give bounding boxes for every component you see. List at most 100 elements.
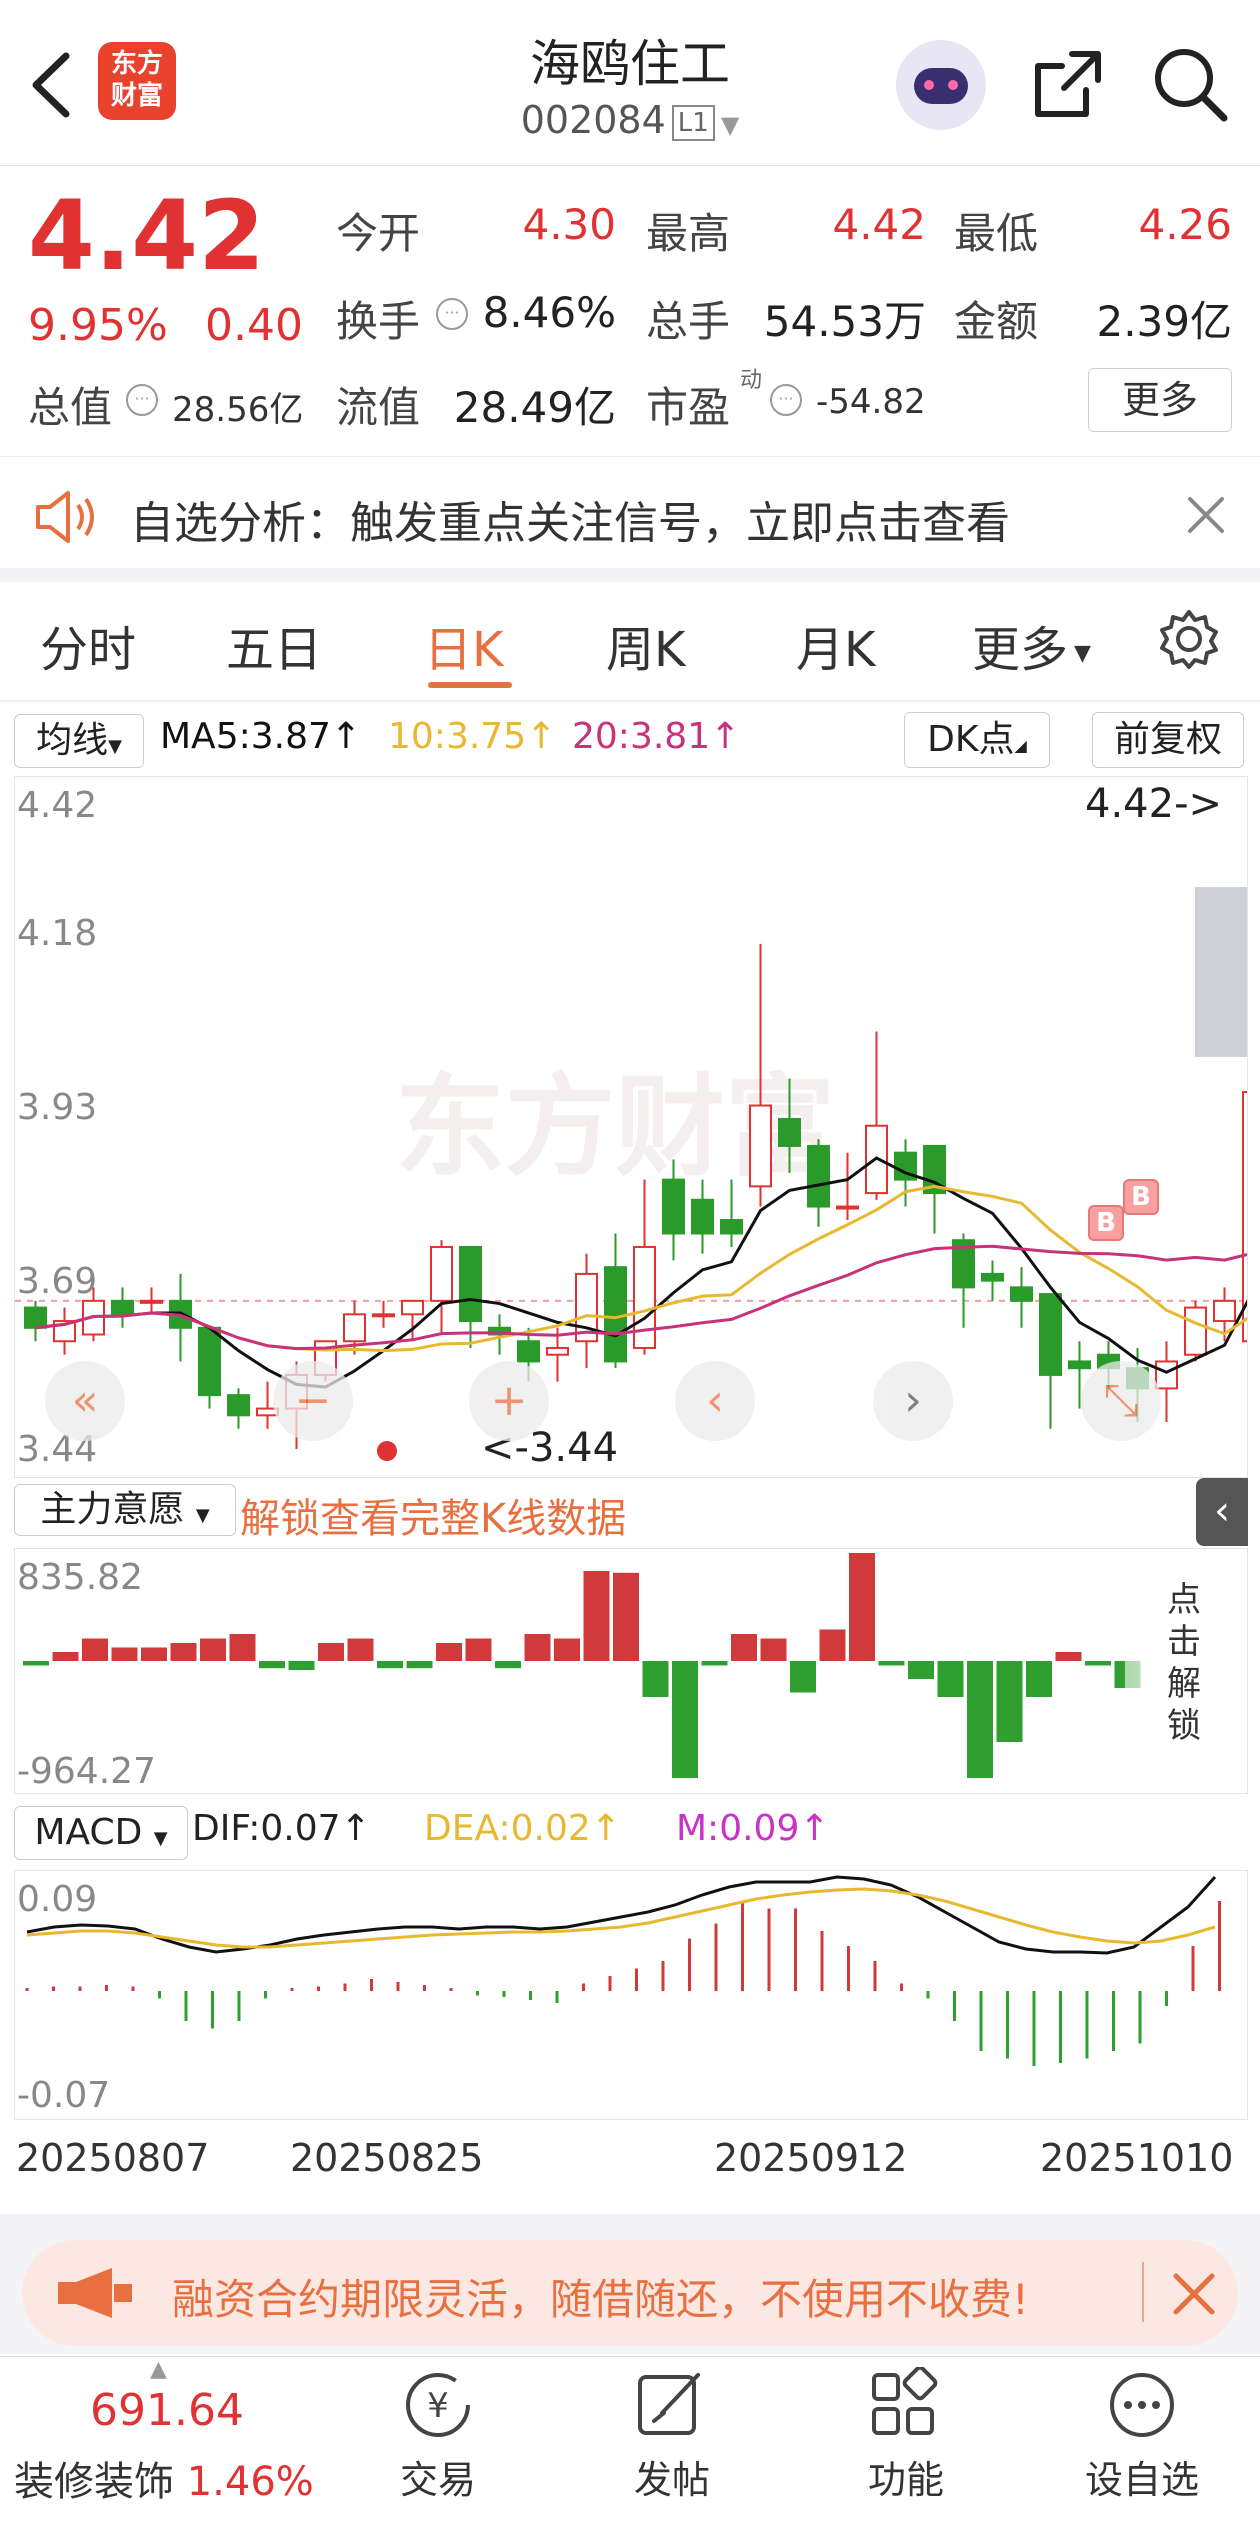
svg-text:¥: ¥ [427, 2386, 449, 2426]
candle-body [662, 1178, 685, 1235]
kline-chart[interactable]: 东方财富 4.42 4.18 3.93 3.69 3.44 4.42-> <-3… [14, 776, 1248, 1478]
chevron-right-icon[interactable]: › [873, 1361, 953, 1441]
capital-bar [52, 1652, 79, 1661]
ma10-legend: 10:3.75↑ [388, 716, 557, 757]
search-icon[interactable] [1150, 44, 1230, 124]
unlock-kline-link[interactable]: 解锁查看完整K线数据 [240, 1486, 626, 1544]
info-icon[interactable]: ··· [436, 298, 468, 330]
capital-bar [200, 1638, 226, 1661]
dk-point-button[interactable]: DK点◢ [904, 712, 1050, 768]
capital-bar [1055, 1652, 1082, 1661]
sector-index[interactable]: 691.64 [90, 2385, 244, 2436]
turnover-value: 8.46% [482, 288, 616, 337]
capital-bar [82, 1638, 108, 1661]
bottom-bar: ▲ 691.64 装修装饰 1.46% ¥ 交易 发帖 功能 设自选 [0, 2356, 1260, 2537]
candle-body [198, 1326, 221, 1397]
capital-bar [760, 1638, 787, 1661]
capital-bar [819, 1629, 846, 1661]
adjust-button[interactable]: 前复权 [1092, 712, 1244, 768]
volume-value: 54.53万 [763, 297, 926, 346]
share-icon[interactable] [1030, 46, 1106, 122]
apps-grid-icon[interactable] [866, 2367, 942, 2443]
zoom-out-icon[interactable]: − [273, 1361, 353, 1441]
stock-code: 002084 [520, 98, 666, 142]
chevron-down-icon: ▼ [720, 111, 740, 139]
tab-intraday[interactable]: 分时 [40, 610, 136, 680]
candle-body [546, 1346, 569, 1356]
sector-name[interactable]: 装修装饰 1.46% [14, 2449, 314, 2507]
capital-bar [878, 1661, 905, 1666]
position-dot [377, 1441, 397, 1461]
mktcap-label: 总值 [28, 383, 113, 432]
watchlist-label[interactable]: 设自选 [1062, 2449, 1222, 2504]
y-tick-label: 835.82 [17, 1557, 143, 1598]
tab-weekly-k[interactable]: 周K [606, 610, 685, 680]
buy-marker[interactable]: B [1088, 1205, 1124, 1241]
change-pct: 9.95% [28, 300, 168, 351]
promo-text: 融资合约期限灵活，随借随还，不使用不收费! [172, 2275, 1029, 2324]
watchlist-icon[interactable] [1104, 2367, 1180, 2443]
float-value: 28.49亿 [453, 383, 616, 432]
candle-body [720, 1219, 743, 1235]
scroll-indicator[interactable] [1195, 887, 1247, 1057]
capital-bar [406, 1661, 433, 1669]
candle-body [836, 1205, 859, 1210]
speaker-icon [36, 491, 94, 543]
info-icon[interactable]: ··· [126, 384, 158, 416]
change-amount: 0.40 [205, 300, 303, 351]
y-tick-label: 4.42 [17, 785, 98, 826]
candle-body [749, 1104, 772, 1188]
capital-bar [937, 1661, 964, 1697]
megaphone-icon [58, 2268, 132, 2318]
chevron-left-icon[interactable]: ‹ [675, 1361, 755, 1441]
y-tick-label: 0.09 [17, 1879, 98, 1920]
active-tab-indicator [428, 682, 512, 688]
pe-dynamic-label: 动 [740, 368, 763, 393]
open-value: 4.30 [522, 200, 616, 249]
buy-marker[interactable]: B [1123, 1179, 1159, 1215]
mktcap-value: 28.56亿 [172, 390, 304, 430]
collapse-tab[interactable]: ‹ [1196, 1478, 1248, 1546]
post-icon[interactable] [632, 2367, 708, 2443]
candlestick-plot [15, 943, 1247, 1449]
capital-bar [288, 1661, 315, 1670]
volume-label: 总手 [646, 297, 731, 346]
candle-body [807, 1144, 830, 1208]
dif-legend: DIF:0.07↑ [192, 1808, 371, 1849]
info-icon[interactable]: ··· [770, 384, 802, 416]
function-label[interactable]: 功能 [826, 2449, 986, 2504]
post-label[interactable]: 发帖 [592, 2449, 752, 2504]
candle-body [1213, 1299, 1236, 1323]
tab-more[interactable]: 更多 ▼ [972, 610, 1091, 680]
robot-assistant-icon[interactable] [896, 40, 986, 130]
indicator-selector[interactable]: 主力意愿 ▼ [14, 1484, 236, 1536]
float-label: 流值 [336, 383, 421, 432]
close-icon[interactable] [1172, 2272, 1216, 2316]
capital-bar [967, 1661, 993, 1778]
fullscreen-icon[interactable]: ⤡ [1081, 1361, 1161, 1441]
more-button[interactable]: 更多 [1088, 368, 1232, 432]
candle-body [691, 1198, 714, 1235]
capital-bar [495, 1661, 521, 1669]
close-icon[interactable] [1186, 495, 1226, 535]
macd-selector[interactable]: MACD ▼ [14, 1806, 188, 1860]
ma-selector[interactable]: 均线▼ [14, 714, 144, 768]
open-label: 今开 [336, 209, 421, 258]
tab-five-day[interactable]: 五日 [226, 610, 322, 680]
dif-line [26, 1875, 1217, 1955]
chevron-up-icon[interactable]: ▲ [150, 2357, 167, 2382]
notice-bar[interactable]: 自选分析：触发重点关注信号，立即点击查看 [0, 456, 1260, 582]
trade-label[interactable]: 交易 [358, 2449, 518, 2504]
zoom-in-icon[interactable]: + [469, 1361, 549, 1441]
trade-icon[interactable]: ¥ [400, 2367, 476, 2443]
chevron-down-icon: ▼ [1074, 640, 1091, 666]
tab-daily-k[interactable]: 日K [424, 610, 503, 680]
amount-label: 金额 [954, 297, 1039, 346]
divider [0, 700, 1260, 702]
promo-banner[interactable]: 融资合约期限灵活，随借随还，不使用不收费! [22, 2240, 1238, 2346]
rewind-icon[interactable]: « [45, 1361, 125, 1441]
gear-icon[interactable] [1158, 608, 1220, 670]
date-label: 20251010 [1040, 2136, 1234, 2180]
unlock-overlay[interactable]: 点击解锁 [1125, 1549, 1247, 1793]
tab-monthly-k[interactable]: 月K [796, 610, 875, 680]
